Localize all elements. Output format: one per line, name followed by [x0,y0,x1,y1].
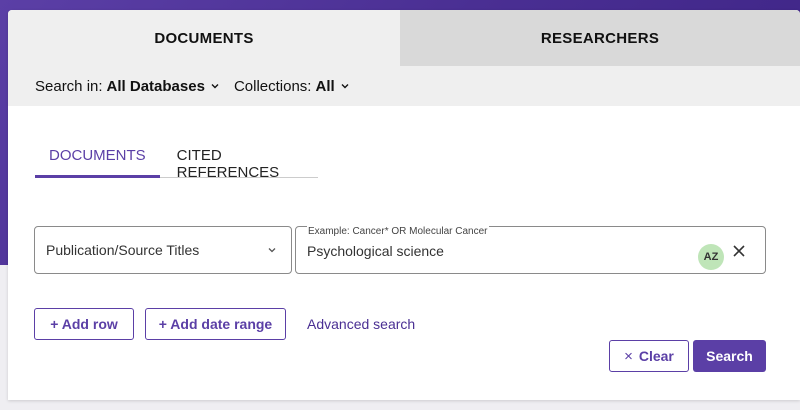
tab-researchers[interactable]: RESEARCHERS [400,10,800,66]
tab-sub-documents[interactable]: DOCUMENTS [35,144,160,178]
search-input-hint: Example: Cancer* OR Molecular Cancer [307,226,489,237]
advanced-search-link[interactable]: Advanced search [307,316,415,332]
search-type-tabs: DOCUMENTS RESEARCHERS [8,10,800,66]
filter-bar: Search in: All Databases Collections: Al… [8,66,800,106]
chevron-down-icon [341,84,349,89]
search-field-select[interactable]: Publication/Source Titles [34,226,292,274]
az-sort-icon[interactable]: AZ [698,244,724,270]
search-card: DOCUMENTS RESEARCHERS Search in: All Dat… [8,10,800,400]
search-field-value: Publication/Source Titles [46,242,200,258]
tab-cited-references[interactable]: CITED REFERENCES [160,144,318,181]
collections-label: Collections: [233,77,312,95]
search-in-value: All Databases [106,77,205,95]
collections-value: All [315,77,335,95]
clear-button-label: Clear [638,348,674,364]
search-input-value[interactable]: Psychological science [307,243,444,259]
search-in-dropdown[interactable]: Search in: All Databases [35,78,220,95]
document-sub-tabs: DOCUMENTS CITED REFERENCES [35,144,318,181]
clear-button[interactable]: × Clear [609,340,689,372]
collections-dropdown[interactable]: Collections: All [234,78,350,95]
add-row-button[interactable]: + Add row [34,308,134,340]
search-form: DOCUMENTS CITED REFERENCES Publication/S… [8,106,800,400]
add-date-range-button[interactable]: + Add date range [145,308,286,340]
close-icon[interactable] [730,242,748,260]
close-icon: × [624,347,633,365]
chevron-down-icon [268,248,276,253]
search-in-label: Search in: [35,77,103,95]
search-input[interactable]: Example: Cancer* OR Molecular Cancer Psy… [295,226,766,274]
search-button[interactable]: Search [693,340,766,372]
tab-documents[interactable]: DOCUMENTS [8,10,400,66]
chevron-down-icon [211,84,219,89]
